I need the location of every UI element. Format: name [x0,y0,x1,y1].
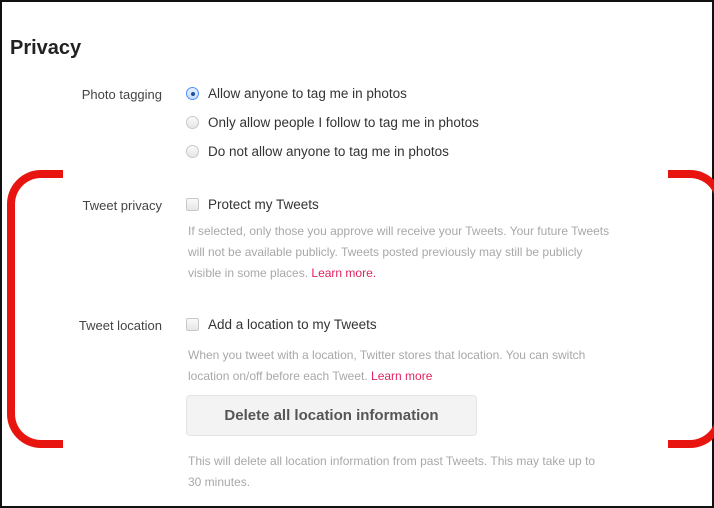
photo-tagging-label: Photo tagging [81,87,162,102]
tweet-privacy-help: If selected, only those you approve will… [188,221,710,284]
photo-tagging-option-nobody[interactable]: Do not allow anyone to tag me in photos [186,144,449,159]
learn-more-link[interactable]: Learn more. [311,266,376,280]
help-line-with-link: location on/off before each Tweet. Learn… [188,366,710,387]
annotation-bracket-right [668,170,714,448]
help-text: visible in some places. [188,266,309,280]
radio-selected-icon[interactable] [186,87,199,100]
section-title: Privacy [10,37,82,59]
radio-unselected-icon[interactable] [186,145,199,158]
help-text: location on/off before each Tweet. [188,369,368,383]
photo-tagging-option-following[interactable]: Only allow people I follow to tag me in … [186,115,479,130]
delete-location-help: This will delete all location informatio… [188,451,710,493]
annotation-bracket-left [7,170,63,448]
delete-location-button[interactable]: Delete all location information [186,395,477,436]
option-label: Do not allow anyone to tag me in photos [208,144,449,159]
learn-more-link[interactable]: Learn more [371,369,432,383]
help-line-with-link: visible in some places. Learn more. [188,263,710,284]
checkbox-icon[interactable] [186,318,199,331]
option-label: Allow anyone to tag me in photos [208,86,407,101]
radio-unselected-icon[interactable] [186,116,199,129]
checkbox-icon[interactable] [186,198,199,211]
help-line: If selected, only those you approve will… [188,224,610,238]
checkbox-label: Add a location to my Tweets [208,317,377,332]
help-line: will not be available publicly. Tweets p… [188,245,583,259]
help-line: This will delete all location informatio… [188,454,596,468]
photo-tagging-option-anyone[interactable]: Allow anyone to tag me in photos [186,86,407,101]
help-line: 30 minutes. [188,475,251,489]
help-line: When you tweet with a location, Twitter … [188,348,586,362]
add-location-checkbox-row[interactable]: Add a location to my Tweets [186,317,377,332]
protect-tweets-checkbox-row[interactable]: Protect my Tweets [186,197,319,212]
tweet-location-help: When you tweet with a location, Twitter … [188,345,710,387]
checkbox-label: Protect my Tweets [208,197,319,212]
option-label: Only allow people I follow to tag me in … [208,115,479,130]
